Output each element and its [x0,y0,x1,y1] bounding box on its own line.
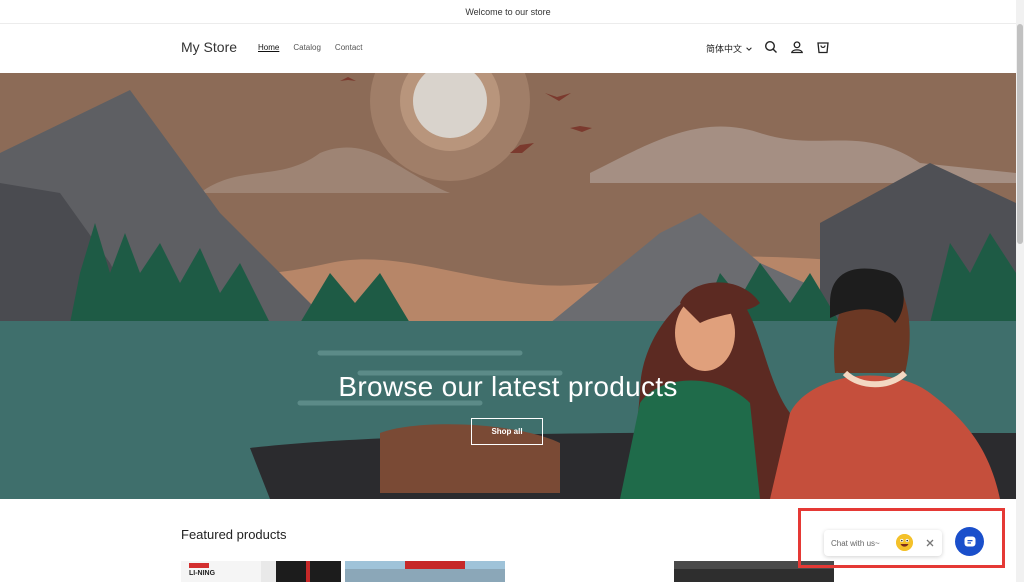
chat-icon [964,536,975,546]
chevron-down-icon [746,46,752,51]
scrollbar-thumb[interactable] [1017,24,1023,244]
announcement-bar: Welcome to our store [0,0,1016,24]
site-header: My Store Home Catalog Contact 简体中文 [0,24,1016,74]
chat-prompt[interactable]: Chat with us~ [824,530,942,556]
shop-all-button[interactable]: Shop all [471,418,543,445]
product-card[interactable]: LI-NING [181,561,341,582]
cart-icon[interactable] [816,40,830,54]
scrollbar[interactable] [1016,0,1024,582]
nav-catalog[interactable]: Catalog [293,43,321,52]
featured-products-heading: Featured products [181,527,287,542]
language-selector[interactable]: 简体中文 [706,42,753,55]
product-card[interactable] [345,561,505,582]
hero-banner: Browse our latest products Shop all [0,73,1016,499]
smiley-icon [896,534,913,551]
announcement-text: Welcome to our store [465,6,551,17]
product-brand-text: LI-NING [189,570,216,577]
nav-home[interactable]: Home [258,43,279,52]
nav-contact[interactable]: Contact [335,43,363,52]
store-logo[interactable]: My Store [181,39,237,55]
account-icon[interactable] [790,40,804,54]
hero-title: Browse our latest products [338,371,678,402]
chat-label: Chat with us~ [831,538,880,548]
language-label: 简体中文 [706,44,743,54]
chat-launcher-button[interactable] [955,527,984,556]
search-icon[interactable] [764,40,778,54]
main-nav: Home Catalog Contact [258,43,363,52]
close-icon[interactable] [924,537,936,549]
